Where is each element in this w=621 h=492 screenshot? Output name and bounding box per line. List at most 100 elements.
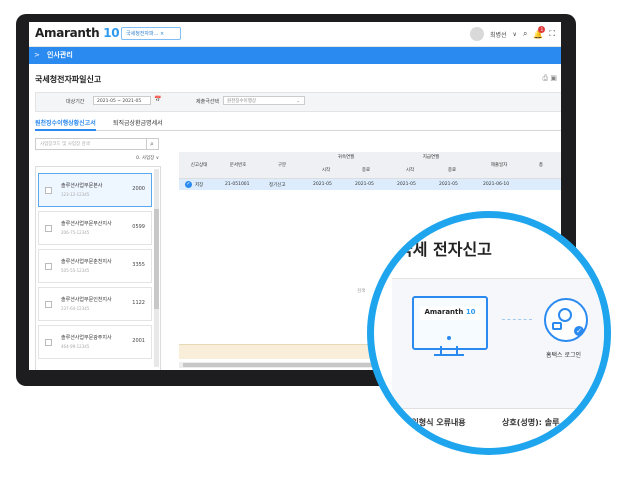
list-item[interactable]: 솔루션사업부문춘천지사 505-55-12345 3355: [38, 249, 152, 283]
logo-number: 10: [103, 26, 120, 40]
magnifier-bottom-bar: 파일형식 오류내용 상호(성명): 솔루: [374, 408, 604, 439]
item-name: 솔루션사업부문인천지사: [61, 297, 112, 303]
table-row[interactable]: ✓ 저장 21-051001 정기신고 2021-05 2021-05 2021…: [179, 179, 561, 190]
tab-close-icon[interactable]: ×: [160, 31, 164, 37]
monitor-logo-number: 10: [465, 308, 476, 316]
top-right-icons: 최병선 ∨ ⌕ 🔔 1 ⛶: [469, 25, 555, 43]
notification-badge: 1: [538, 25, 546, 33]
item-checkbox[interactable]: [45, 225, 52, 232]
col-pay-start: 시작: [405, 168, 415, 173]
tab-retirement-statement[interactable]: 퇴직금상환금명세서: [113, 118, 163, 127]
open-tab[interactable]: 국세청전자파... ×: [121, 27, 181, 40]
col-attr-end: 종료: [361, 168, 371, 173]
item-biz-no: 237-64-12345: [61, 306, 90, 311]
cell-attr-end: 2021-05: [355, 182, 374, 187]
item-checkbox[interactable]: [45, 263, 52, 270]
col-type[interactable]: 구분: [267, 162, 297, 168]
user-name[interactable]: 최병선: [490, 30, 507, 39]
grid-header: 신고상태 문서번호 구분 귀속연월 시작 종료 지급연월 시작 종료 제출일자 …: [179, 152, 561, 179]
top-bar: Amaranth 10 국세청전자파... × 최병선 ∨ ⌕ 🔔 1 ⛶: [29, 22, 561, 47]
sort-dropdown[interactable]: 0. 사업장 ∨: [35, 155, 159, 161]
item-checkbox[interactable]: [45, 187, 52, 194]
print-icon[interactable]: ⎙: [543, 74, 549, 82]
period-label: 대상기간: [66, 99, 85, 105]
org-chart-icon[interactable]: ⛶: [549, 29, 555, 39]
item-name: 솔루션사업부문광주지사: [61, 335, 112, 341]
cell-pay-start: 2021-05: [397, 182, 416, 187]
cell-doc-no: 21-051001: [225, 182, 250, 187]
app-logo[interactable]: Amaranth 10: [35, 26, 120, 40]
expand-icon[interactable]: ▣: [550, 74, 557, 82]
connector-line: [502, 319, 532, 320]
lock-icon: [552, 322, 562, 330]
list-item[interactable]: 솔루션사업부문본사 123-12-12345 2000: [38, 173, 152, 207]
item-code: 3355: [132, 262, 145, 268]
workplace-list: 솔루션사업부문본사 123-12-12345 2000 솔루션사업부문부산지사 …: [35, 166, 161, 370]
avatar[interactable]: [469, 27, 484, 41]
item-biz-no: 464-99-12345: [61, 344, 90, 349]
monitor-icon: Amaranth 10: [412, 296, 488, 350]
col-attr-month[interactable]: 귀속연월: [309, 154, 383, 160]
workplace-panel: 사업장코드 및 사업장 검색 ⌕ 0. 사업장 ∨ 솔루션사업부문본사 123-…: [35, 138, 167, 370]
tab-withholding-report[interactable]: 원천징수이행상황신고서: [35, 118, 96, 131]
file-format-error-label: 파일형식 오류내용: [404, 418, 466, 427]
col-attr-start: 시작: [321, 168, 331, 173]
item-code: 2001: [132, 338, 145, 344]
item-biz-no: 505-55-12345: [61, 268, 90, 273]
chevron-down-icon: ⌄: [296, 99, 300, 104]
submit-select-value: 원천징수이행상: [227, 99, 256, 104]
sub-tabs: 원천징수이행상황신고서 퇴직금상환금명세서: [35, 118, 561, 131]
item-checkbox[interactable]: [45, 301, 52, 308]
list-scroll-thumb[interactable]: [154, 209, 159, 309]
list-item[interactable]: 솔루션사업부문광주지사 464-99-12345 2001: [38, 325, 152, 359]
list-scrollbar[interactable]: [154, 169, 159, 367]
search-icon[interactable]: ⌕: [523, 29, 527, 39]
tab-label: 국세청전자파...: [126, 31, 159, 37]
monitor-base: [434, 354, 464, 356]
hometax-login-icon[interactable]: ✓: [544, 298, 588, 342]
item-code: 2000: [132, 186, 145, 192]
col-pay-month[interactable]: 지급연월: [393, 154, 469, 160]
module-nav-bar: > 인사관리: [29, 47, 561, 64]
item-biz-no: 206-75-12345: [61, 230, 90, 235]
filter-bar: 대상기간 2021-05 ~ 2021-05 📅 제출극선택 원천징수이행상 ⌄: [35, 92, 561, 112]
item-biz-no: 123-12-12345: [61, 192, 90, 197]
hometax-login-label: 홈택스 로그인: [546, 352, 582, 359]
magnifier-callout: 국세 전자신고 Amaranth 10 ✓ 홈택스 로그인 파일형식 오류내용 …: [367, 211, 611, 455]
period-input[interactable]: 2021-05 ~ 2021-05: [93, 96, 151, 105]
item-code: 1122: [132, 300, 145, 306]
col-status[interactable]: 신고상태: [183, 162, 215, 168]
cell-submit-date: 2021-06-10: [483, 182, 510, 187]
monitor-logo-text: Amaranth: [424, 308, 464, 316]
item-checkbox[interactable]: [45, 339, 52, 346]
item-name: 솔루션사업부문부산지사: [61, 221, 112, 227]
chevron-down-icon[interactable]: ∨: [513, 31, 517, 38]
item-code: 0599: [132, 224, 145, 230]
search-icon[interactable]: ⌕: [146, 139, 157, 149]
logo-text: Amaranth: [35, 26, 100, 40]
item-name: 솔루션사업부문춘천지사: [61, 259, 112, 265]
monitor-stand: [440, 346, 458, 354]
bell-icon[interactable]: 🔔 1: [533, 25, 546, 39]
company-name-label: 상호(성명): 솔루: [502, 418, 560, 427]
cell-status: 저장: [195, 183, 204, 188]
chevron-right-icon[interactable]: >: [34, 47, 40, 64]
user-icon: [558, 308, 572, 322]
list-item[interactable]: 솔루션사업부문부산지사 206-75-12345 0599: [38, 211, 152, 245]
page-title: 국세청전자파일신고: [35, 75, 102, 84]
page-title-icons: ⎙ ▣: [543, 74, 557, 83]
col-doc-no[interactable]: 문서번호: [221, 162, 255, 168]
col-total[interactable]: 총: [531, 162, 551, 168]
calendar-icon[interactable]: 📅: [154, 96, 161, 103]
monitor-dot: [447, 336, 451, 340]
cell-pay-end: 2021-05: [439, 182, 458, 187]
search-placeholder: 사업장코드 및 사업장 검색: [40, 142, 90, 147]
col-submit-date[interactable]: 제출일자: [479, 162, 519, 168]
list-item[interactable]: 솔루션사업부문인천지사 237-64-12345 1122: [38, 287, 152, 321]
cell-type: 정기신고: [269, 183, 286, 188]
check-icon: ✓: [185, 181, 192, 188]
item-name: 솔루션사업부문본사: [61, 183, 103, 189]
check-icon: ✓: [574, 326, 584, 336]
submit-select[interactable]: 원천징수이행상 ⌄: [223, 96, 305, 105]
workplace-search-input[interactable]: 사업장코드 및 사업장 검색 ⌕: [35, 138, 159, 150]
